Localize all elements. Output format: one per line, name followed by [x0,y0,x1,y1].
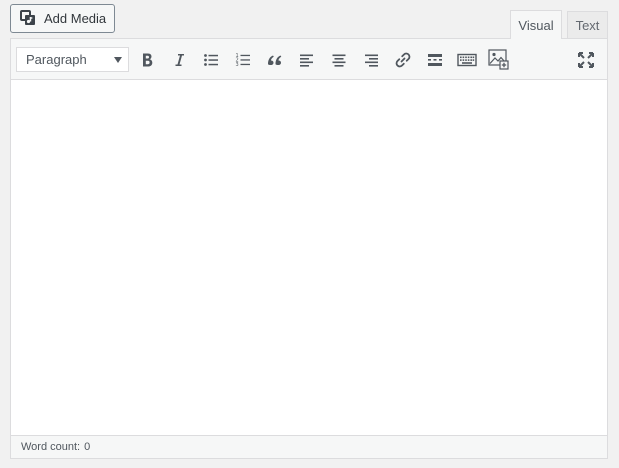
align-left-button[interactable] [296,49,318,71]
read-more-button[interactable] [424,49,446,71]
blockquote-icon [267,52,283,68]
toolbar-toggle-button[interactable] [456,49,478,71]
tab-text-label: Text [575,17,600,33]
keyboard-icon [457,52,477,68]
numbered-list-icon: 1 2 3 [235,52,251,68]
tab-visual-label: Visual [518,17,554,33]
bulleted-list-icon [203,52,219,68]
add-media-button[interactable]: Add Media [10,4,115,33]
add-media-label: Add Media [44,11,107,26]
chevron-down-icon [114,57,122,63]
tab-text[interactable]: Text [567,11,608,38]
italic-icon [172,52,186,68]
align-center-button[interactable] [328,49,350,71]
image-icon [488,49,510,71]
blockquote-button[interactable] [264,49,286,71]
tab-visual[interactable]: Visual [510,10,562,39]
word-count-label: Word count: [21,441,81,453]
editor-toolbar: Paragraph 1 2 3 [11,39,607,80]
fullscreen-icon [577,51,595,69]
editor: Paragraph 1 2 3 Word count: 0 [10,38,608,459]
editor-content-area[interactable] [11,80,607,435]
bulleted-list-button[interactable] [200,49,222,71]
editor-statusbar: Word count: 0 [11,435,607,458]
italic-button[interactable] [168,49,190,71]
media-icon [20,10,37,27]
align-center-icon [331,52,347,68]
bold-button[interactable] [136,49,158,71]
insert-link-button[interactable] [392,49,414,71]
svg-text:3: 3 [236,62,239,68]
align-left-icon [299,52,315,68]
word-count-value: 0 [84,441,91,453]
format-select-value: Paragraph [26,52,87,67]
read-more-icon [427,52,443,68]
bold-icon [140,52,154,68]
align-right-icon [363,52,379,68]
format-select[interactable]: Paragraph [16,47,129,72]
numbered-list-button[interactable]: 1 2 3 [232,49,254,71]
insert-image-button[interactable] [488,49,510,71]
link-icon [394,51,412,69]
fullscreen-button[interactable] [575,49,597,71]
align-right-button[interactable] [360,49,382,71]
